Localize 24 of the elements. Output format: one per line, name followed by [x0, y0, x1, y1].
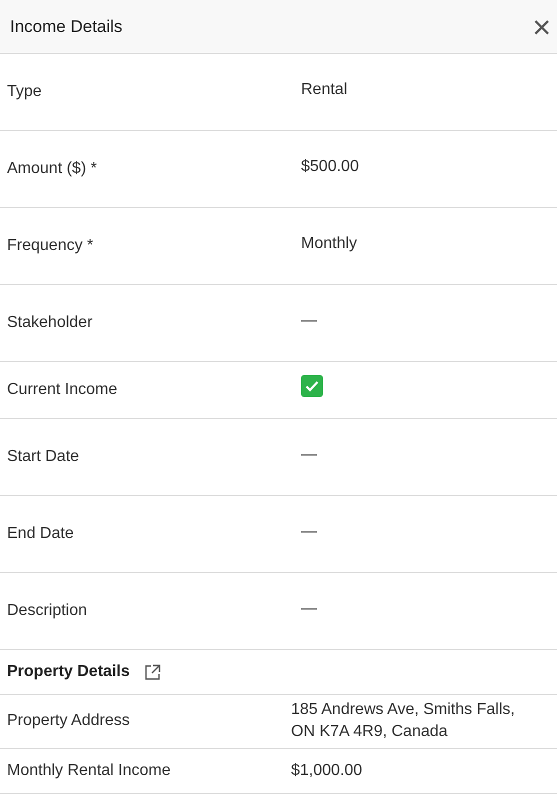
field-label: Stakeholder [6, 313, 94, 333]
field-value: Rental [301, 80, 348, 100]
field-label: End Date [6, 524, 75, 544]
field-label: Monthly Rental Income [6, 760, 172, 781]
field-value: — [301, 445, 318, 465]
field-value: — [301, 599, 318, 619]
field-label: Type [6, 82, 43, 102]
field-value: — [301, 311, 318, 331]
field-label: Property Address [6, 711, 131, 732]
field-value: 185 Andrews Ave, Smiths Falls, ON K7A 4R9, Canada [291, 700, 516, 742]
field-label: Start Date [6, 447, 80, 467]
checkbox[interactable] [301, 374, 323, 396]
field-label: Amount ($) * [6, 159, 98, 179]
field-label: Description [6, 601, 88, 621]
field-value: Monthly [301, 234, 358, 254]
close-button[interactable]: × [530, 10, 553, 42]
field-value: — [301, 522, 318, 542]
field-value: $1,000.00 [291, 760, 364, 781]
field-value: $500.00 [301, 157, 360, 177]
field-label: Current Income [6, 380, 118, 400]
window-title: Income Details [10, 16, 122, 38]
external-link-icon[interactable] [144, 664, 161, 680]
field-label: Frequency * [6, 236, 94, 256]
section-title: Property Details [7, 662, 130, 682]
